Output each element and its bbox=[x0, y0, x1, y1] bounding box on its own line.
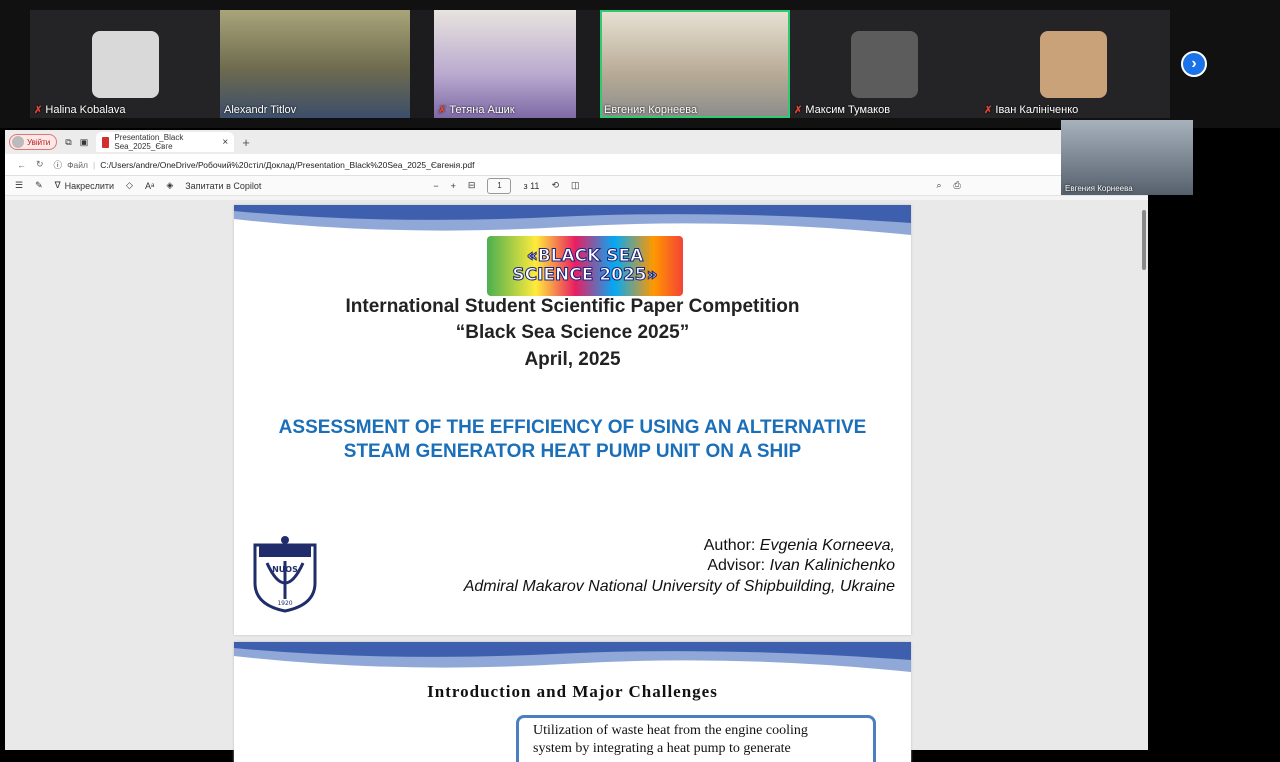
copilot-button[interactable]: Запитати в Copilot bbox=[185, 181, 261, 191]
self-view-video[interactable]: Евгения Корнеева bbox=[1061, 120, 1193, 195]
page-number-input[interactable]: 1 bbox=[487, 177, 512, 194]
page-view-icon[interactable]: ◫ bbox=[571, 180, 580, 191]
slide-heading: Introduction and Major Challenges bbox=[427, 682, 718, 701]
competition-name: International Student Scientific Paper C… bbox=[345, 296, 800, 317]
participant-tile[interactable]: ✗ Максим Тумаков bbox=[790, 10, 980, 118]
university-line: Admiral Makarov National University of S… bbox=[463, 578, 895, 595]
page-total: з 11 bbox=[523, 180, 540, 191]
draw-label: Накреслити bbox=[64, 180, 115, 191]
svg-text:1920: 1920 bbox=[277, 600, 292, 607]
black-sea-science-logo: «BLACK SEA SCIENCE 2025» bbox=[487, 236, 683, 296]
text-box: Utilization of waste heat from the engin… bbox=[516, 715, 876, 762]
participant-name: ✗ Максим Тумаков bbox=[794, 104, 891, 116]
svg-text:NUOS: NUOS bbox=[272, 565, 298, 574]
profile-label: Увійти bbox=[27, 137, 51, 147]
participant-tile[interactable]: ✗ Іван Калініченко bbox=[980, 10, 1170, 118]
participant-name: ✗ Іван Калініченко bbox=[984, 104, 1079, 116]
slide-header-wave bbox=[234, 642, 911, 682]
read-aloud-icon[interactable]: ◈ bbox=[166, 180, 173, 191]
participant-name: Евгения Корнеева bbox=[1065, 184, 1133, 193]
draw-button[interactable]: ∇ Накреслити bbox=[55, 180, 114, 191]
pdf-icon bbox=[102, 136, 110, 148]
presentation-title-line2: STEAM GENERATOR HEAT PUMP UNIT ON A SHIP bbox=[343, 441, 802, 462]
text-icon[interactable]: Aᵃ bbox=[145, 181, 154, 191]
tab-bar: Увійти ⧉ ▣ Presentation_Black Sea_2025_Є… bbox=[5, 130, 1148, 154]
tab-presentation[interactable]: Presentation_Black Sea_2025_Євге × bbox=[96, 132, 235, 152]
close-tab-icon[interactable]: × bbox=[222, 137, 228, 148]
mic-muted-icon: ✗ bbox=[438, 104, 447, 116]
participant-strip: ✗ Halina Kobalava Alexandr Titlov ✗ Тетяна… bbox=[0, 0, 1280, 128]
contents-icon[interactable]: ☰ bbox=[15, 180, 23, 191]
address-bar: ← ↻ ⓘ Файл | C:/Users/andre/OneDrive/Роб… bbox=[5, 154, 1148, 176]
file-label: Файл bbox=[67, 159, 88, 170]
zoom-in-icon[interactable]: + bbox=[451, 181, 456, 191]
pdf-viewer[interactable]: «BLACK SEA SCIENCE 2025» International S… bbox=[5, 200, 1148, 762]
participant-name: ✗ Halina Kobalava bbox=[34, 104, 126, 116]
chevron-right-icon: › bbox=[1191, 55, 1197, 72]
participant-video-tile-active[interactable]: Евгения Корнеева bbox=[600, 10, 790, 118]
mic-muted-icon: ✗ bbox=[34, 104, 43, 116]
pdf-toolbar: ☰ ✎ ∇ Накреслити ◇ Aᵃ ◈ Запитати в Copil… bbox=[5, 176, 1148, 196]
advisor-line: Advisor: Ivan Kalinichenko bbox=[707, 557, 895, 574]
search-icon[interactable]: ⌕ bbox=[937, 180, 942, 191]
next-participants-button[interactable]: › bbox=[1181, 51, 1207, 77]
avatar bbox=[92, 31, 159, 98]
tab-title: Presentation_Black Sea_2025_Євге bbox=[114, 133, 184, 151]
participant-name: Alexandr Titlov bbox=[224, 104, 297, 116]
reload-icon[interactable]: ↻ bbox=[36, 159, 44, 170]
zoom-out-icon[interactable]: − bbox=[433, 181, 438, 191]
print-icon[interactable]: ⎙ bbox=[954, 180, 961, 191]
browser-window: Увійти ⧉ ▣ Presentation_Black Sea_2025_Є… bbox=[5, 130, 1148, 762]
university-crest-icon: NUOS 1920 bbox=[253, 536, 317, 613]
workspaces-icon[interactable]: ⧉ bbox=[65, 137, 71, 148]
profile-button[interactable]: Увійти bbox=[9, 134, 58, 150]
avatar bbox=[851, 31, 918, 98]
rotate-icon[interactable]: ⟲ bbox=[551, 180, 559, 191]
mic-muted-icon: ✗ bbox=[984, 104, 993, 116]
presentation-title-line1: ASSESSMENT OF THE EFFICIENCY OF USING AN… bbox=[278, 417, 867, 438]
avatar bbox=[1040, 31, 1107, 98]
event-name: “Black Sea Science 2025” bbox=[455, 322, 690, 343]
participant-video-tile[interactable]: ✗ Тетяна Ашик bbox=[434, 10, 576, 118]
participant-tile[interactable]: ✗ Halina Kobalava bbox=[30, 10, 220, 118]
event-date: April, 2025 bbox=[524, 349, 621, 370]
back-icon[interactable]: ← bbox=[17, 160, 26, 170]
url-text: C:/Users/andre/OneDrive/Робочий%20стіл/Д… bbox=[100, 159, 475, 170]
participant-name: Евгения Корнеева bbox=[604, 104, 698, 116]
participant-name: ✗ Тетяна Ашик bbox=[438, 104, 515, 116]
url-field[interactable]: ⓘ Файл | C:/Users/andre/OneDrive/Робочий… bbox=[54, 159, 475, 171]
mic-muted-icon: ✗ bbox=[794, 104, 803, 116]
tab-actions-icon[interactable]: ▣ bbox=[80, 137, 89, 148]
profile-icon bbox=[12, 136, 24, 148]
highlight-icon[interactable]: ✎ bbox=[35, 180, 43, 191]
slide-title-page: «BLACK SEA SCIENCE 2025» International S… bbox=[234, 205, 911, 635]
slide-introduction: Introduction and Major Challenges Utiliz… bbox=[234, 642, 911, 762]
vertical-scrollbar[interactable] bbox=[1142, 210, 1146, 270]
info-icon: ⓘ bbox=[53, 159, 63, 170]
participant-video-tile[interactable]: Alexandr Titlov bbox=[220, 10, 410, 118]
eraser-icon[interactable]: ◇ bbox=[126, 180, 133, 191]
author-line: Author: Evgenia Korneeva, bbox=[703, 537, 895, 554]
pen-icon: ∇ bbox=[54, 180, 61, 190]
new-tab-button[interactable]: + bbox=[242, 135, 250, 150]
fit-page-icon[interactable]: ⊟ bbox=[468, 180, 476, 191]
